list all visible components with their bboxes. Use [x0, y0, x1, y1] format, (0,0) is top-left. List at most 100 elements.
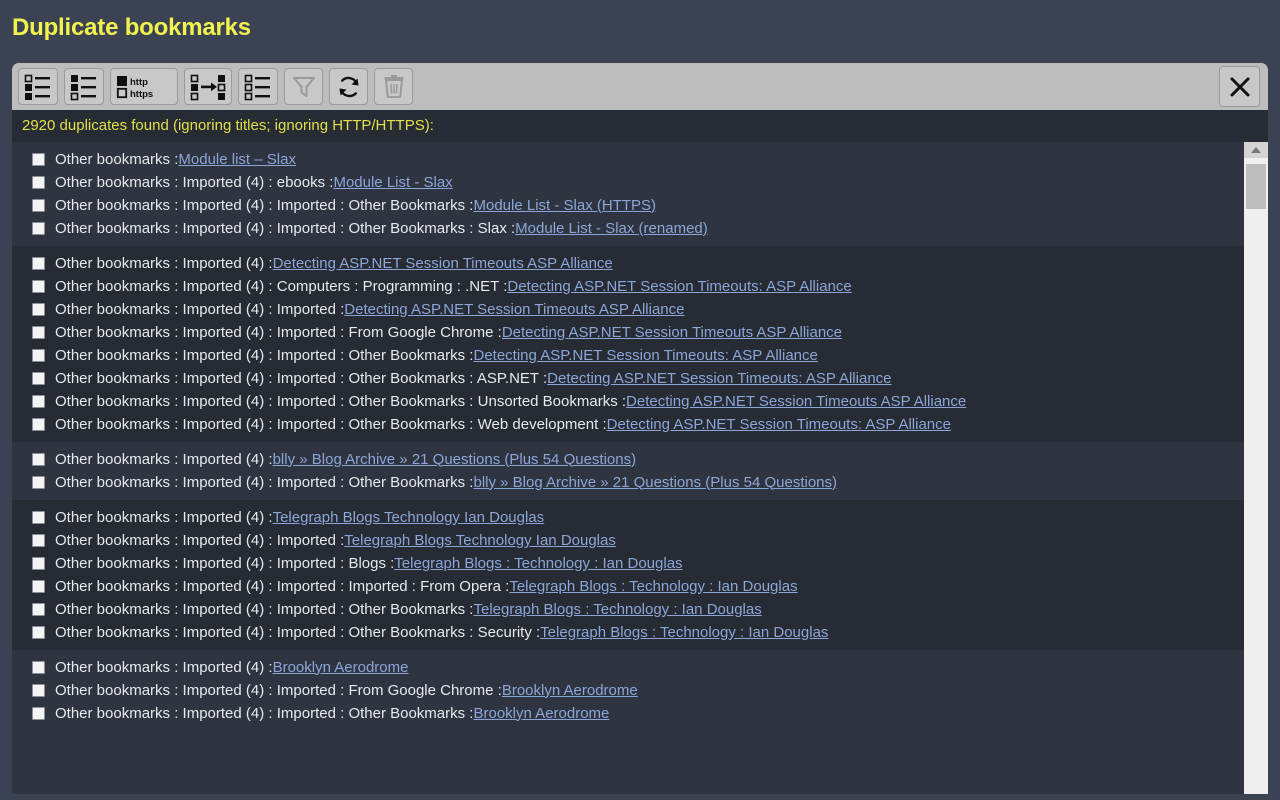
bookmark-link[interactable]: Telegraph Blogs Technology Ian Douglas — [344, 532, 616, 550]
bookmark-row[interactable]: Other bookmarks : Imported (4) : Importe… — [12, 529, 1244, 552]
row-checkbox[interactable] — [32, 280, 45, 293]
status-text: 2920 duplicates found (ignoring titles; … — [12, 110, 1268, 142]
move-selection-button[interactable] — [184, 68, 232, 105]
row-checkbox[interactable] — [32, 372, 45, 385]
bookmark-link[interactable]: Telegraph Blogs : Technology : Ian Dougl… — [473, 601, 761, 619]
bookmark-row[interactable]: Other bookmarks : Imported (4) : Importe… — [12, 702, 1244, 725]
bookmark-row[interactable]: Other bookmarks : Imported (4) : Importe… — [12, 598, 1244, 621]
row-checkbox[interactable] — [32, 511, 45, 524]
row-checkbox[interactable] — [32, 534, 45, 547]
bookmark-row[interactable]: Other bookmarks : Imported (4) : Importe… — [12, 552, 1244, 575]
bookmark-link[interactable]: Brooklyn Aerodrome — [273, 659, 409, 677]
refresh-button[interactable] — [329, 68, 368, 105]
row-checkbox[interactable] — [32, 153, 45, 166]
svg-text:https: https — [130, 89, 153, 100]
bookmark-folder-path: Other bookmarks : Imported (4) : Importe… — [55, 578, 509, 596]
row-checkbox[interactable] — [32, 707, 45, 720]
bookmark-row[interactable]: Other bookmarks : Imported (4) : ebooks … — [12, 171, 1244, 194]
vertical-scrollbar[interactable] — [1244, 142, 1268, 794]
bookmark-link[interactable]: Detecting ASP.NET Session Timeouts ASP A… — [344, 301, 684, 319]
bookmark-row[interactable]: Other bookmarks : Module list – Slax — [12, 148, 1244, 171]
list-unchecked — [244, 73, 272, 101]
row-checkbox[interactable] — [32, 684, 45, 697]
bookmark-link[interactable]: Brooklyn Aerodrome — [473, 705, 609, 723]
list-arrow-list — [190, 73, 226, 101]
scrollbar-track[interactable] — [1244, 158, 1268, 794]
row-checkbox[interactable] — [32, 580, 45, 593]
trash-icon — [382, 74, 406, 100]
row-checkbox[interactable] — [32, 557, 45, 570]
bookmark-link[interactable]: Brooklyn Aerodrome — [502, 682, 638, 700]
select-all-but-first-button[interactable] — [18, 68, 58, 105]
bookmark-row[interactable]: Other bookmarks : Imported (4) : Importe… — [12, 194, 1244, 217]
bookmark-row[interactable]: Other bookmarks : Imported (4) : blly » … — [12, 448, 1244, 471]
row-checkbox[interactable] — [32, 603, 45, 616]
select-none-button[interactable] — [238, 68, 278, 105]
bookmark-link[interactable]: Telegraph Blogs : Technology : Ian Dougl… — [509, 578, 797, 596]
row-checkbox[interactable] — [32, 326, 45, 339]
bookmark-link[interactable]: Detecting ASP.NET Session Timeouts: ASP … — [547, 370, 891, 388]
bookmark-row[interactable]: Other bookmarks : Imported (4) : Importe… — [12, 471, 1244, 494]
bookmark-row[interactable]: Other bookmarks : Imported (4) : Importe… — [12, 390, 1244, 413]
bookmark-row[interactable]: Other bookmarks : Imported (4) : Detecti… — [12, 252, 1244, 275]
bookmark-row[interactable]: Other bookmarks : Imported (4) : Brookly… — [12, 656, 1244, 679]
row-checkbox[interactable] — [32, 661, 45, 674]
bookmark-row[interactable]: Other bookmarks : Imported (4) : Importe… — [12, 621, 1244, 644]
bookmark-row[interactable]: Other bookmarks : Imported (4) : Telegra… — [12, 506, 1244, 529]
bookmark-row[interactable]: Other bookmarks : Imported (4) : Importe… — [12, 321, 1244, 344]
bookmark-link[interactable]: Detecting ASP.NET Session Timeouts ASP A… — [273, 255, 613, 273]
bookmark-link[interactable]: Telegraph Blogs : Technology : Ian Dougl… — [394, 555, 682, 573]
bookmark-link[interactable]: blly » Blog Archive » 21 Questions (Plus… — [473, 474, 837, 492]
bookmark-link[interactable]: Telegraph Blogs : Technology : Ian Dougl… — [540, 624, 828, 642]
bookmark-link[interactable]: blly » Blog Archive » 21 Questions (Plus… — [273, 451, 637, 469]
bookmark-row[interactable]: Other bookmarks : Imported (4) : Importe… — [12, 575, 1244, 598]
bookmark-link[interactable]: Module List - Slax (HTTPS) — [473, 197, 656, 215]
svg-text:http: http — [130, 77, 148, 88]
scroll-up-arrow[interactable] — [1244, 142, 1268, 158]
bookmark-row[interactable]: Other bookmarks : Imported (4) : Importe… — [12, 298, 1244, 321]
row-checkbox[interactable] — [32, 453, 45, 466]
bookmark-link[interactable]: Detecting ASP.NET Session Timeouts: ASP … — [473, 347, 817, 365]
row-checkbox[interactable] — [32, 176, 45, 189]
row-checkbox[interactable] — [32, 626, 45, 639]
bookmark-folder-path: Other bookmarks : Imported (4) : Compute… — [55, 278, 507, 296]
bookmark-link[interactable]: Detecting ASP.NET Session Timeouts ASP A… — [502, 324, 842, 342]
bookmark-link[interactable]: Detecting ASP.NET Session Timeouts ASP A… — [626, 393, 966, 411]
bookmark-link[interactable]: Module List - Slax — [333, 174, 452, 192]
row-checkbox[interactable] — [32, 199, 45, 212]
toolbar: http https — [12, 63, 1268, 110]
row-checkbox[interactable] — [32, 303, 45, 316]
bookmark-row[interactable]: Other bookmarks : Imported (4) : Importe… — [12, 344, 1244, 367]
bookmark-row[interactable]: Other bookmarks : Imported (4) : Importe… — [12, 367, 1244, 390]
close-button[interactable] — [1219, 66, 1260, 107]
bookmark-link[interactable]: Module list – Slax — [178, 151, 296, 169]
bookmark-link[interactable]: Module List - Slax (renamed) — [515, 220, 708, 238]
bookmark-folder-path: Other bookmarks : Imported (4) : ebooks … — [55, 174, 333, 192]
bookmark-link[interactable]: Detecting ASP.NET Session Timeouts: ASP … — [607, 416, 951, 434]
row-checkbox[interactable] — [32, 349, 45, 362]
bookmark-row[interactable]: Other bookmarks : Imported (4) : Importe… — [12, 217, 1244, 240]
bookmark-folder-path: Other bookmarks : Imported (4) : Importe… — [55, 301, 344, 319]
bookmark-row[interactable]: Other bookmarks : Imported (4) : Importe… — [12, 679, 1244, 702]
http-https: http https — [116, 74, 172, 100]
bookmark-folder-path: Other bookmarks : Imported (4) : — [55, 451, 273, 469]
prefer-http-over-https-button[interactable]: http https — [110, 68, 178, 105]
row-checkbox[interactable] — [32, 395, 45, 408]
select-all-but-last-button[interactable] — [64, 68, 104, 105]
list-first-unchecked — [24, 73, 52, 101]
duplicate-bookmarks-window: Duplicate bookmarks http https — [0, 0, 1280, 800]
bookmark-row[interactable]: Other bookmarks : Imported (4) : Compute… — [12, 275, 1244, 298]
row-checkbox[interactable] — [32, 257, 45, 270]
bookmark-link[interactable]: Telegraph Blogs Technology Ian Douglas — [273, 509, 545, 527]
row-checkbox[interactable] — [32, 418, 45, 431]
bookmark-folder-path: Other bookmarks : Imported (4) : Importe… — [55, 682, 502, 700]
duplicates-list: Other bookmarks : Module list – Slax Othe… — [12, 142, 1244, 794]
bookmark-link[interactable]: Detecting ASP.NET Session Timeouts: ASP … — [507, 278, 851, 296]
row-checkbox[interactable] — [32, 476, 45, 489]
bookmark-folder-path: Other bookmarks : Imported (4) : Importe… — [55, 555, 394, 573]
bookmark-folder-path: Other bookmarks : Imported (4) : Importe… — [55, 220, 515, 238]
bookmark-row[interactable]: Other bookmarks : Imported (4) : Importe… — [12, 413, 1244, 436]
scrollbar-thumb[interactable] — [1246, 164, 1266, 209]
bookmark-folder-path: Other bookmarks : Imported (4) : Importe… — [55, 532, 344, 550]
row-checkbox[interactable] — [32, 222, 45, 235]
